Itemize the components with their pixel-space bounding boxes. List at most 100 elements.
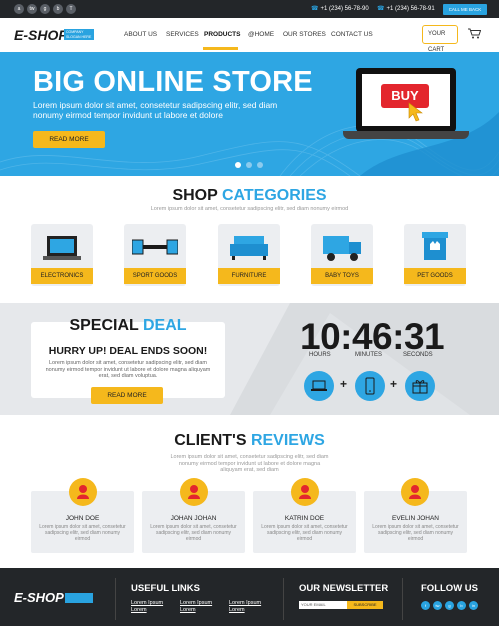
google-icon[interactable]: g	[445, 601, 454, 610]
user-icon	[409, 485, 421, 499]
deal-title-accent: DEAL	[142, 317, 187, 334]
footer-link[interactable]: Lorem	[131, 607, 147, 613]
nav-services[interactable]: SERVICES	[166, 31, 199, 38]
follow-us-title: FOLLOW US	[421, 583, 478, 594]
newsletter-email-input[interactable]: YOUR EMAIL	[299, 601, 347, 609]
blog-icon[interactable]: b	[53, 4, 63, 14]
reviews-title-plain: CLIENT'S	[174, 432, 247, 449]
footer-divider	[115, 578, 116, 620]
user-icon	[299, 485, 311, 499]
hero-read-more-button[interactable]: READ MORE	[33, 131, 105, 148]
nav-products[interactable]: PRODUCTS	[204, 31, 240, 38]
social-icon-a[interactable]: a	[14, 4, 24, 14]
reviews-title-accent: REVIEWS	[250, 432, 325, 449]
hero-title: BIG ONLINE STORE	[33, 66, 313, 98]
laptop-icon	[43, 236, 81, 260]
logo-tagline: COMPANY SLOGAN HERE	[64, 29, 94, 40]
smartphone-icon	[365, 377, 375, 395]
avatar	[69, 478, 97, 506]
cart-icon	[468, 28, 481, 39]
subscribe-button[interactable]: SUBSCRIBE	[347, 601, 383, 609]
review-name: JOHAN JOHAN	[170, 515, 217, 522]
category-label-electronics[interactable]: ELECTRONICS	[31, 268, 93, 284]
useful-links-title: USEFUL LINKS	[131, 583, 200, 594]
review-text: Lorem ipsum dolor sit amet, consetetur s…	[261, 524, 348, 542]
cursor-icon	[408, 102, 423, 122]
category-label-baby-toys[interactable]: BABY TOYS	[311, 268, 373, 284]
slider-dot-2[interactable]	[246, 162, 252, 168]
review-text: Lorem ipsum dolor sit amet, consetetur s…	[39, 524, 126, 542]
facebook-icon[interactable]: f	[421, 601, 430, 610]
review-name: JOHN DOE	[65, 515, 100, 522]
truck-icon	[323, 236, 361, 261]
cart-button[interactable]: YOUR CART	[422, 25, 481, 53]
slider-dot-3[interactable]	[257, 162, 263, 168]
review-text: Lorem ipsum dolor sit amet, consetetur s…	[372, 524, 459, 542]
nav-home[interactable]: @HOME	[248, 31, 274, 38]
review-name: KATRIN DOE	[284, 515, 325, 522]
call-me-back-button[interactable]: CALL ME BACK	[443, 4, 487, 15]
avatar	[180, 478, 208, 506]
deal-read-more-button[interactable]: READ MORE	[91, 387, 163, 404]
avatar	[401, 478, 429, 506]
gift-icon	[412, 380, 428, 394]
timer-label-minutes: MINUTES	[355, 352, 382, 358]
reviews-lorem: Lorem ipsum dolor sit amet, consetetur s…	[170, 454, 329, 473]
laptop-outline-icon	[311, 380, 327, 391]
twitter-icon[interactable]: tw	[433, 601, 442, 610]
user-icon	[77, 485, 89, 499]
deal-phone-badge	[355, 371, 385, 401]
category-label-pet-goods[interactable]: PET GOODS	[404, 268, 466, 284]
deal-gift-badge	[405, 371, 435, 401]
category-label-furniture[interactable]: FURNITURE	[218, 268, 280, 284]
phone-number-2: +1 (234) 56-78-91	[377, 5, 434, 12]
laptop-base	[343, 131, 469, 139]
google-icon[interactable]: g	[40, 4, 50, 14]
footer-link[interactable]: Lorem Ipsum	[229, 600, 261, 606]
footer-divider	[283, 578, 284, 620]
nav-about-us[interactable]: ABOUT US	[124, 31, 157, 38]
deal-headline: HURRY UP! DEAL ENDS SOON!	[48, 345, 208, 357]
cart-label: YOUR CART	[428, 31, 446, 53]
categories-lorem: Lorem ipsum dolor sit amet, consetetur s…	[150, 206, 349, 212]
categories-title-accent: CATEGORIES	[221, 187, 327, 204]
review-text: Lorem ipsum dolor sit amet, consetetur s…	[150, 524, 237, 542]
footer-link[interactable]: Lorem	[180, 607, 196, 613]
linkedin-icon[interactable]: in	[469, 601, 478, 610]
footer-logo-tag	[65, 593, 93, 603]
footer-link[interactable]: Lorem	[229, 607, 245, 613]
dumbbell-icon	[132, 239, 178, 255]
reviews-title: CLIENT'S REVIEWS	[0, 432, 499, 450]
nav-our-stores[interactable]: OUR STORES	[283, 31, 326, 38]
plus-icon: +	[390, 377, 398, 391]
avatar	[291, 478, 319, 506]
nav-active-indicator	[203, 47, 238, 50]
tumblr-icon[interactable]: T	[66, 4, 76, 14]
footer-link[interactable]: Lorem Ipsum	[180, 600, 212, 606]
timer-label-hours: HOURS	[309, 352, 331, 358]
nav-contact-us[interactable]: CONTACT US	[331, 31, 373, 38]
deal-title: SPECIAL DEAL	[31, 317, 225, 335]
footer-divider	[402, 578, 403, 620]
footer-link[interactable]: Lorem Ipsum	[131, 600, 163, 606]
logo[interactable]: E-SHOP	[14, 27, 68, 43]
timer-label-seconds: SECONDS	[403, 352, 433, 358]
category-label-sport-goods[interactable]: SPORT GOODS	[124, 268, 186, 284]
categories-title-plain: SHOP	[172, 187, 218, 204]
slider-dot-1[interactable]	[235, 162, 241, 168]
twitter-icon[interactable]: tw	[27, 4, 37, 14]
sofa-icon	[230, 236, 268, 260]
footer-logo[interactable]: E-SHOP	[14, 590, 64, 605]
deal-text: Lorem ipsum dolor sit amet, consetetur s…	[45, 360, 211, 379]
categories-title: SHOP CATEGORIES	[0, 187, 499, 205]
deal-laptop-badge	[304, 371, 334, 401]
plus-icon: +	[340, 377, 348, 391]
user-icon	[188, 485, 200, 499]
newsletter-title: OUR NEWSLETTER	[299, 583, 389, 594]
review-name: EVELIN JOHAN	[392, 515, 439, 522]
blog-icon[interactable]: b	[457, 601, 466, 610]
phone-number-1: +1 (234) 56-78-90	[311, 5, 368, 12]
hero-subtitle: Lorem ipsum dolor sit amet, consetetur s…	[33, 100, 278, 120]
pet-food-icon	[422, 232, 448, 260]
deal-title-plain: SPECIAL	[69, 317, 139, 334]
